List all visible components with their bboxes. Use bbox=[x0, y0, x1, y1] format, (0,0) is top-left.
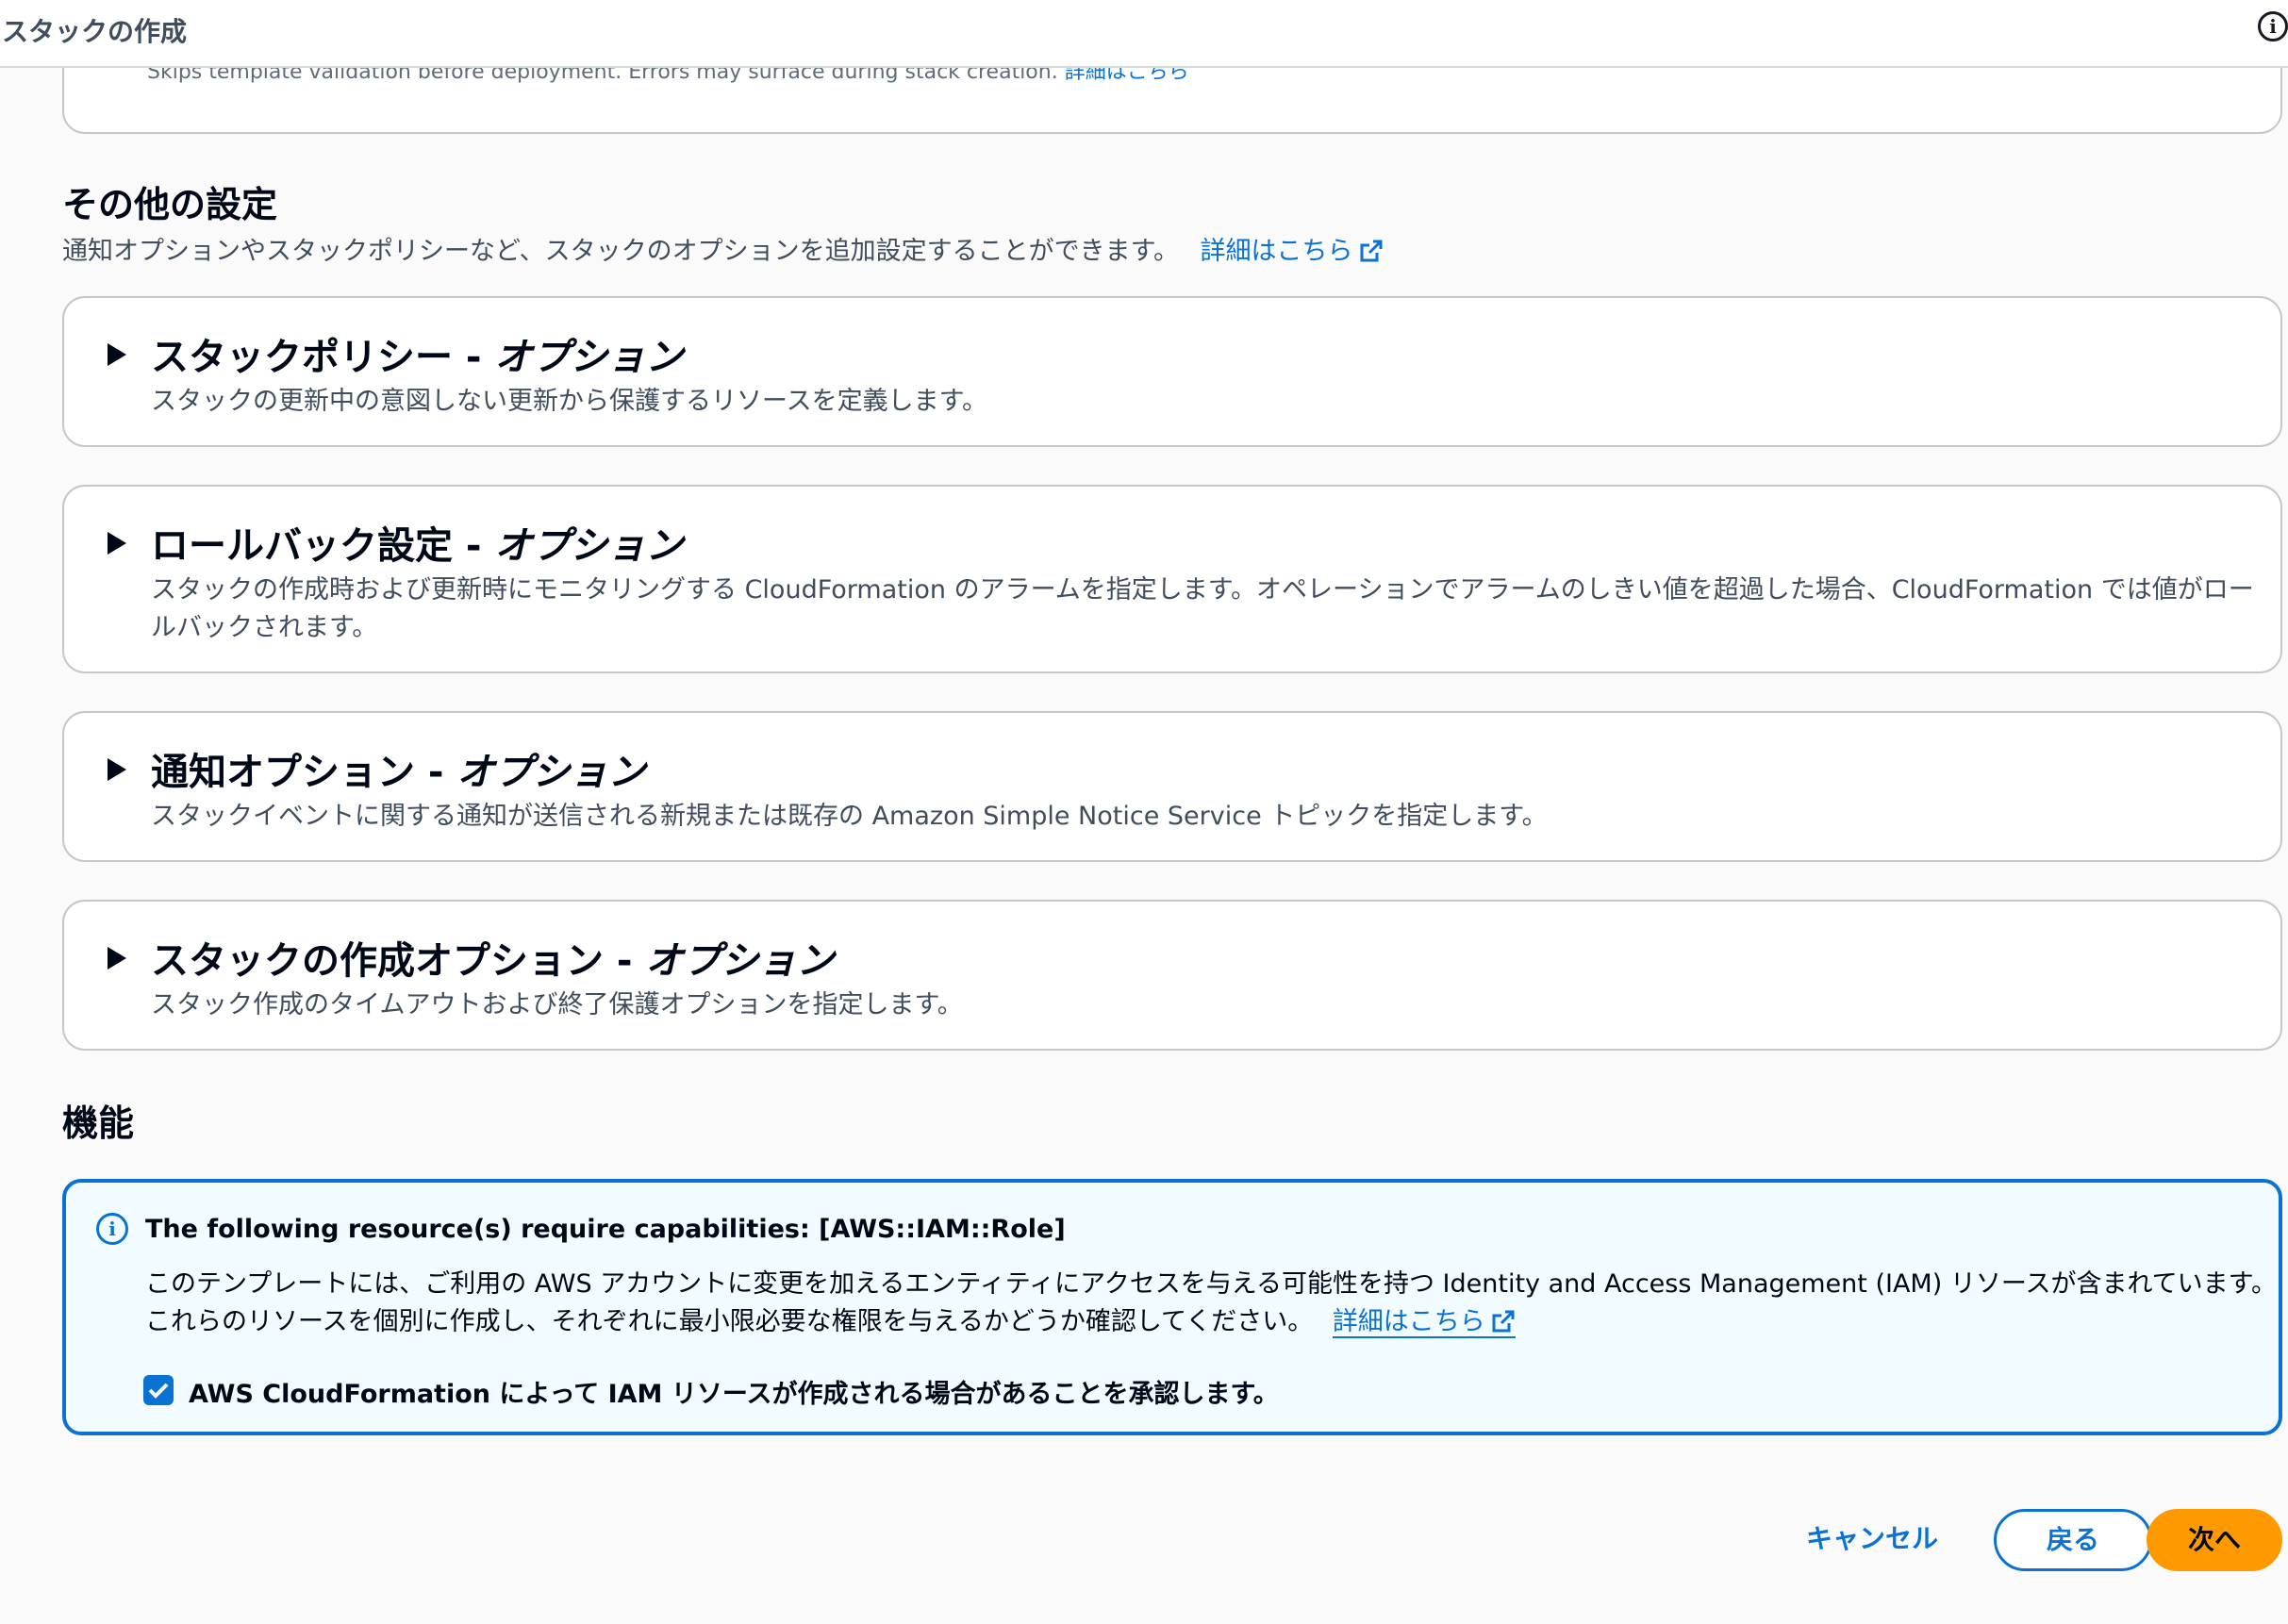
alert-body: このテンプレートには、ご利用の AWS アカウントに変更を加えるエンティティにア… bbox=[145, 1266, 2288, 1341]
caret-right-icon[interactable] bbox=[108, 532, 126, 555]
expandable-rollback-config[interactable]: ロールバック設定 - オプション スタックの作成時および更新時にモニタリングする… bbox=[62, 485, 2282, 673]
caret-right-icon[interactable] bbox=[108, 947, 126, 969]
expandable-description: スタックイベントに関する通知が送信される新規または既存の Amazon Simp… bbox=[151, 802, 1548, 831]
expandable-stack-policy[interactable]: スタックポリシー - オプション スタックの更新中の意図しない更新から保護するリ… bbox=[62, 296, 2282, 447]
alert-link-text: 詳細はこちら bbox=[1332, 1307, 1485, 1336]
caret-right-icon[interactable] bbox=[108, 343, 126, 366]
other-settings-link-text: 詳細はこちら bbox=[1200, 237, 1353, 266]
optional-label: オプション bbox=[645, 939, 835, 983]
heading-text: ロールバック設定 - bbox=[151, 524, 495, 568]
expandable-heading[interactable]: スタックポリシー - オプション bbox=[151, 326, 683, 381]
cancel-button[interactable]: キャンセル bbox=[1792, 1509, 1952, 1571]
other-settings-title: その他の設定 bbox=[62, 184, 278, 225]
heading-text: 通知オプション - bbox=[151, 751, 457, 794]
optional-label: オプション bbox=[456, 751, 646, 794]
top-bar: スタックの作成 i bbox=[0, 0, 2288, 68]
expandable-notification-options[interactable]: 通知オプション - オプション スタックイベントに関する通知が送信される新規また… bbox=[62, 711, 2282, 862]
other-settings-description-text: 通知オプションやスタックポリシーなど、スタックのオプションを追加設定することがで… bbox=[62, 237, 1179, 266]
optional-label: オプション bbox=[494, 524, 684, 568]
expandable-description: スタックの更新中の意図しない更新から保護するリソースを定義します。 bbox=[151, 387, 987, 416]
info-icon: i bbox=[96, 1213, 128, 1245]
expandable-description: スタック作成のタイムアウトおよび終了保護オプションを指定します。 bbox=[151, 990, 963, 1019]
acknowledge-checkbox[interactable] bbox=[143, 1375, 174, 1405]
capabilities-title: 機能 bbox=[62, 1102, 135, 1144]
caret-right-icon[interactable] bbox=[108, 758, 126, 781]
other-settings-learn-more-link[interactable]: 詳細はこちら bbox=[1201, 237, 1384, 266]
expandable-heading[interactable]: 通知オプション - オプション bbox=[151, 741, 645, 796]
expandable-description: スタックの作成時および更新時にモニタリングする CloudFormation の… bbox=[151, 575, 2254, 642]
alert-body-text: このテンプレートには、ご利用の AWS アカウントに変更を加えるエンティティにア… bbox=[145, 1269, 2277, 1336]
page-title: スタックの作成 bbox=[2, 16, 188, 47]
alert-title: The following resource(s) require capabi… bbox=[145, 1215, 1066, 1244]
alert-learn-more-link[interactable]: 詳細はこちら bbox=[1332, 1307, 1516, 1338]
expandable-heading[interactable]: スタックの作成オプション - オプション bbox=[151, 930, 834, 985]
acknowledge-label[interactable]: AWS CloudFormation によって IAM リソースが作成される場合… bbox=[189, 1373, 1279, 1410]
heading-text: スタックポリシー - bbox=[151, 336, 495, 379]
optional-label: オプション bbox=[494, 336, 684, 379]
external-link-icon bbox=[1360, 240, 1383, 262]
next-button[interactable]: 次へ bbox=[2147, 1509, 2282, 1571]
external-link-icon bbox=[1492, 1310, 1515, 1333]
other-settings-description: 通知オプションやスタックポリシーなど、スタックのオプションを追加設定することがで… bbox=[62, 230, 1384, 267]
expandable-heading[interactable]: ロールバック設定 - オプション bbox=[151, 515, 683, 570]
expandable-stack-creation-options[interactable]: スタックの作成オプション - オプション スタック作成のタイムアウトおよび終了保… bbox=[62, 900, 2282, 1051]
info-icon[interactable]: i bbox=[2258, 11, 2288, 41]
capabilities-info-alert: i The following resource(s) require capa… bbox=[62, 1179, 2282, 1435]
heading-text: スタックの作成オプション - bbox=[151, 939, 646, 983]
checkmark-icon bbox=[148, 1383, 169, 1399]
back-button[interactable]: 戻る bbox=[1994, 1509, 2152, 1571]
